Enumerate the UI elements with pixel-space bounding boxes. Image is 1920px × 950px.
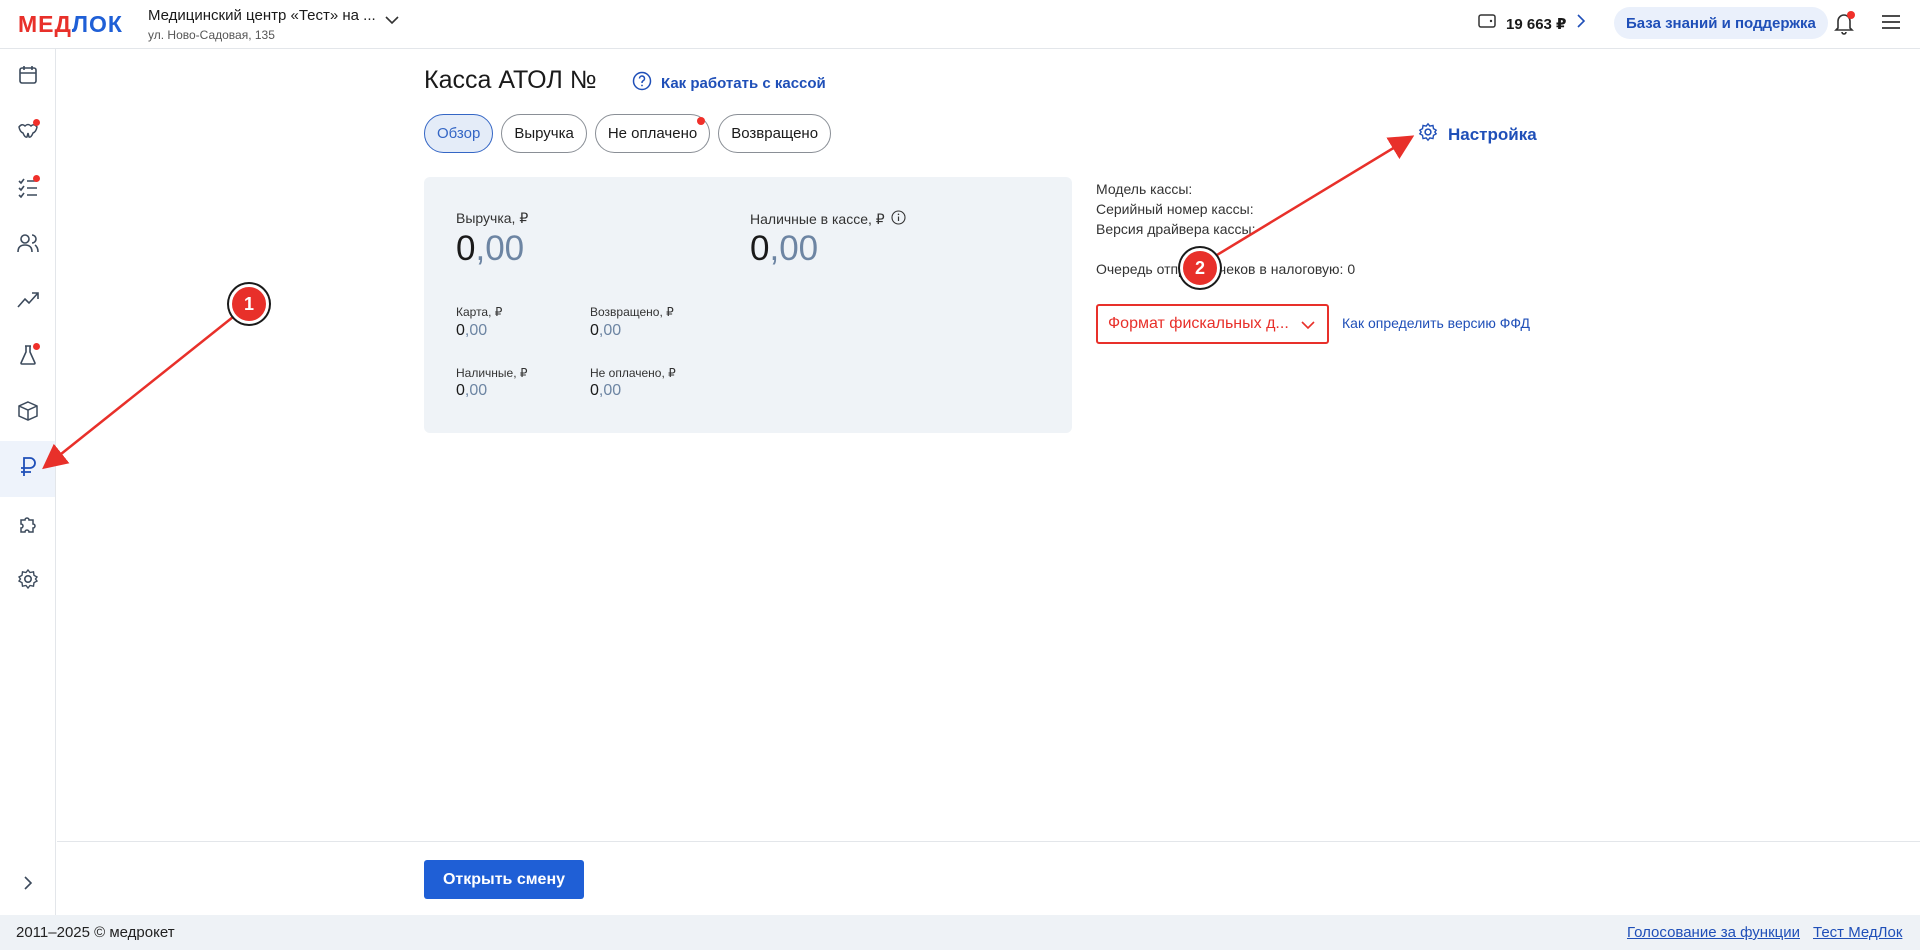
- ruble-icon: [19, 456, 37, 483]
- sidebar-item-laboratory[interactable]: [0, 329, 55, 385]
- annotation-marker-2: 2: [1180, 248, 1220, 288]
- settings-link[interactable]: Настройка: [1418, 122, 1537, 147]
- ffd-format-select[interactable]: Формат фискальных д...: [1096, 304, 1329, 344]
- returned-label: Возвращено, ₽: [590, 305, 674, 319]
- cash-label: Наличные, ₽: [456, 366, 528, 380]
- tab-overview[interactable]: Обзор: [424, 114, 494, 153]
- register-serial: Серийный номер кассы:: [1096, 201, 1254, 217]
- sidebar-item-dentistry[interactable]: [0, 105, 55, 161]
- sidebar-item-calendar[interactable]: [0, 49, 55, 105]
- copyright: 2011–2025 © медрокет: [16, 924, 175, 941]
- clinic-address: ул. Ново-Садовая, 135: [148, 28, 275, 42]
- open-shift-button[interactable]: Открыть смену: [424, 860, 584, 899]
- balance[interactable]: 19 663 ₽: [1478, 13, 1586, 34]
- register-info: Модель кассы: Серийный номер кассы: Верс…: [1096, 179, 1255, 239]
- logo[interactable]: МЕДЛОК: [18, 11, 123, 38]
- ffd-format-value: Формат фискальных д...: [1108, 315, 1289, 332]
- clinic-selector[interactable]: Медицинский центр «Тест» на ... ул. Ново…: [148, 7, 376, 42]
- users-icon: [16, 232, 40, 259]
- tab-returned[interactable]: Возвращено: [718, 114, 832, 153]
- action-bar: Открыть смену: [57, 841, 1920, 915]
- balance-amount: 19 663 ₽: [1506, 15, 1567, 33]
- clinic-name: Медицинский центр «Тест» на ...: [148, 7, 376, 24]
- receipt-queue: Очередь отправки чеков в налоговую: 0: [1096, 261, 1356, 277]
- sidebar-item-warehouse[interactable]: [0, 385, 55, 441]
- sidebar: [0, 49, 56, 915]
- cash-value: 0,00: [456, 382, 488, 399]
- puzzle-icon: [17, 512, 39, 539]
- annotation-marker-1: 1: [229, 284, 269, 324]
- settings-link-label: Настройка: [1448, 124, 1537, 144]
- card-label: Карта, ₽: [456, 305, 503, 319]
- unpaid-value: 0,00: [590, 382, 622, 399]
- register-model: Модель кассы:: [1096, 181, 1193, 197]
- notification-dot: [33, 343, 40, 350]
- info-icon[interactable]: [891, 210, 906, 228]
- gear-icon: [17, 568, 39, 595]
- annotation-arrow-1: [42, 312, 239, 470]
- box-icon: [17, 400, 39, 427]
- chevron-right-icon: [23, 875, 33, 896]
- sidebar-item-analytics[interactable]: [0, 273, 55, 329]
- notification-dot: [33, 119, 40, 126]
- help-link[interactable]: Как работать с кассой: [632, 71, 826, 95]
- support-button[interactable]: База знаний и поддержка: [1614, 7, 1828, 39]
- returned-value: 0,00: [590, 322, 622, 339]
- sidebar-expand-button[interactable]: [0, 867, 55, 903]
- revenue-label: Выручка, ₽: [456, 210, 529, 226]
- vote-features-link[interactable]: Голосование за функции: [1627, 924, 1800, 941]
- chart-icon: [16, 289, 40, 314]
- sidebar-item-cashbox[interactable]: [0, 441, 55, 497]
- question-circle-icon: [632, 71, 652, 95]
- sidebar-item-integrations[interactable]: [0, 497, 55, 553]
- page-title: Касса АТОЛ №: [424, 66, 597, 94]
- sidebar-item-patients[interactable]: [0, 217, 55, 273]
- bell-icon[interactable]: [1832, 10, 1856, 41]
- sidebar-item-tasks[interactable]: [0, 161, 55, 217]
- footer: 2011–2025 © медрокет Голосование за функ…: [0, 915, 1920, 950]
- chevron-down-icon[interactable]: [384, 12, 400, 33]
- ffd-version-link[interactable]: Как определить версию ФФД: [1342, 315, 1530, 331]
- cash-in-register-label-wrap: Наличные в кассе, ₽: [750, 210, 906, 228]
- cash-in-register-value: 0,00: [750, 229, 819, 268]
- revenue-value: 0,00: [456, 229, 525, 268]
- calendar-icon: [17, 64, 39, 91]
- card-value: 0,00: [456, 322, 488, 339]
- tab-unpaid[interactable]: Не оплачено: [594, 114, 711, 153]
- stats-card: Выручка, ₽ 0,00 Наличные в кассе, ₽ 0,00…: [424, 177, 1072, 433]
- chevron-right-icon: [1576, 14, 1586, 33]
- register-driver-version: Версия драйвера кассы:: [1096, 221, 1256, 237]
- top-bar: МЕДЛОК Медицинский центр «Тест» на ... у…: [0, 0, 1920, 49]
- test-medlok-link[interactable]: Тест МедЛок: [1813, 924, 1902, 941]
- help-link-label: Как работать с кассой: [661, 74, 826, 92]
- sidebar-item-settings[interactable]: [0, 553, 55, 609]
- chevron-down-icon: [1301, 318, 1315, 336]
- unpaid-label: Не оплачено, ₽: [590, 366, 676, 380]
- cash-in-register-label: Наличные в кассе, ₽: [750, 210, 885, 227]
- wallet-icon: [1478, 13, 1496, 34]
- notification-badge: [1847, 11, 1855, 19]
- notification-dot: [33, 175, 40, 182]
- menu-icon[interactable]: [1880, 13, 1902, 36]
- annotation-arrows: [42, 135, 1415, 470]
- gear-icon: [1418, 122, 1438, 147]
- tabs: Обзор Выручка Не оплачено Возвращено: [424, 114, 832, 153]
- notification-dot: [697, 117, 706, 125]
- tab-revenue[interactable]: Выручка: [501, 114, 587, 153]
